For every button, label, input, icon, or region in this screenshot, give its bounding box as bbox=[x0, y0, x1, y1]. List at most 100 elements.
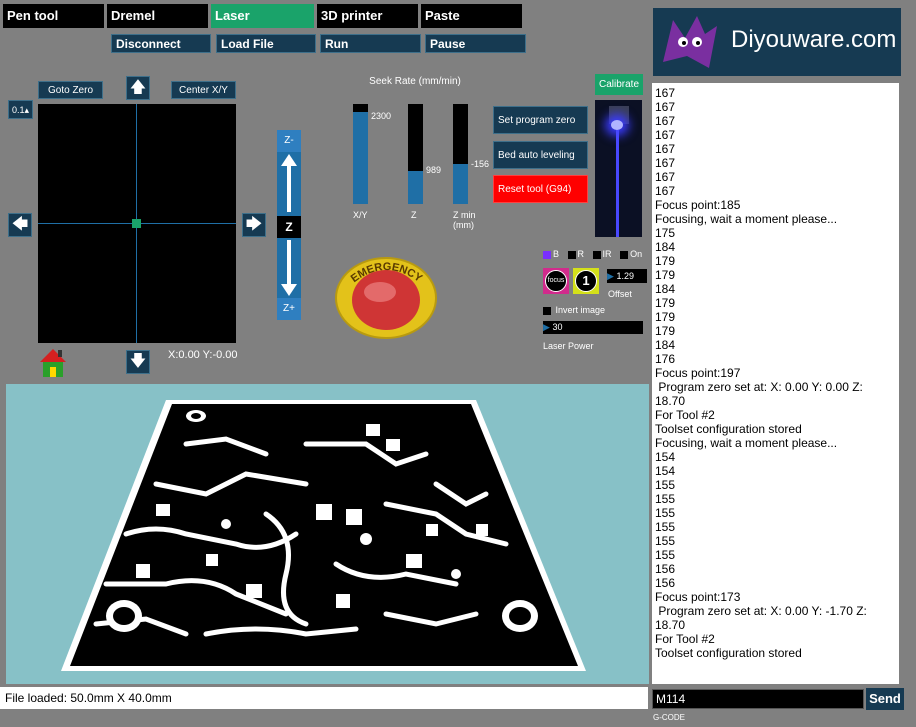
jog-down-button[interactable]: 🡇 bbox=[126, 350, 150, 374]
position-readout: X:0.00 Y:-0.00 bbox=[168, 349, 238, 361]
log-line: 167 bbox=[655, 156, 676, 170]
log-line: Toolset configuration stored bbox=[655, 422, 802, 436]
color-option-r[interactable]: R bbox=[567, 249, 584, 259]
console-log[interactable]: 167 167 167 167 167 167 167 167 Focus point:185 F… bbox=[652, 83, 899, 684]
log-line: Focus point:173 bbox=[655, 590, 741, 604]
calibrate-button[interactable]: Calibrate bbox=[595, 74, 643, 95]
offset-field[interactable]: ▶ 1.29 bbox=[607, 269, 647, 283]
log-line: 154 bbox=[655, 464, 676, 478]
log-line: 154 bbox=[655, 450, 676, 464]
position-marker bbox=[132, 219, 141, 228]
logo-icon bbox=[663, 16, 717, 68]
goto-zero-button[interactable]: Goto Zero bbox=[38, 81, 103, 99]
gcode-command-input[interactable] bbox=[652, 689, 864, 709]
z-min-label: Z min (mm) bbox=[453, 210, 476, 230]
set-program-zero-button[interactable]: Set program zero bbox=[493, 106, 588, 134]
brand-name: Diyouware.com bbox=[731, 26, 897, 53]
xy-seek-label: X/Y bbox=[353, 210, 368, 220]
log-line: 155 bbox=[655, 506, 676, 520]
z-min-value: -156 bbox=[471, 159, 490, 169]
run-button[interactable]: Run bbox=[320, 34, 421, 53]
status-bar: File loaded: 50.0mm X 40.0mm bbox=[0, 687, 648, 709]
invert-image-option[interactable]: Invert image bbox=[543, 305, 605, 315]
pcb-preview bbox=[6, 384, 649, 684]
log-line: 184 bbox=[655, 338, 676, 352]
log-line: 156 bbox=[655, 576, 676, 590]
log-line: For Tool #2 bbox=[655, 408, 715, 422]
color-option-b[interactable]: B bbox=[543, 249, 559, 259]
log-line: 167 bbox=[655, 86, 676, 100]
emergency-stop-button[interactable]: EMERGENCY bbox=[334, 248, 438, 340]
log-line: 167 bbox=[655, 184, 676, 198]
log-line: 179 bbox=[655, 254, 676, 268]
log-line: 156 bbox=[655, 562, 676, 576]
z-seek-value: 989 bbox=[426, 165, 442, 175]
z-down-arrow-shaft bbox=[287, 240, 291, 286]
log-line: 184 bbox=[655, 282, 676, 296]
log-line: For Tool #2 bbox=[655, 632, 715, 646]
color-option-ir[interactable]: IR bbox=[592, 249, 612, 259]
log-line: 179 bbox=[655, 324, 676, 338]
jog-right-button[interactable]: 🡆 bbox=[242, 213, 266, 237]
laser-power-slider[interactable]: ▶ 30 bbox=[543, 321, 643, 334]
tab-laser[interactable]: Laser bbox=[211, 4, 314, 28]
laser-dot bbox=[611, 120, 623, 130]
focus-button[interactable]: focus bbox=[543, 268, 569, 294]
focus-label: focus bbox=[545, 270, 567, 292]
log-line: 167 bbox=[655, 128, 676, 142]
tab-paste-dispenser[interactable]: Paste Dispenser bbox=[421, 4, 522, 47]
color-option-on[interactable]: On bbox=[620, 249, 642, 259]
log-line: Focus point:185 bbox=[655, 198, 741, 212]
step-size-select[interactable]: 0.1▴ bbox=[8, 100, 33, 119]
z-seek-label: Z bbox=[411, 210, 417, 220]
laser-color-options: B R IR On bbox=[543, 249, 642, 259]
log-line: 155 bbox=[655, 492, 676, 506]
laser-power-label: Laser Power bbox=[543, 341, 594, 351]
z-jog-control[interactable]: Z- Z Z+ bbox=[277, 130, 301, 320]
gcode-label: G-CODE bbox=[653, 713, 685, 722]
xy-seek-gauge[interactable] bbox=[353, 104, 368, 204]
log-line: 167 bbox=[655, 114, 676, 128]
log-line: Focusing, wait a moment please... bbox=[655, 212, 838, 226]
center-xy-button[interactable]: Center X/Y bbox=[171, 81, 236, 99]
jog-left-button[interactable]: 🡄 bbox=[8, 213, 32, 237]
tab-dremel[interactable]: Dremel bbox=[107, 4, 208, 28]
load-file-button[interactable]: Load File bbox=[216, 34, 316, 53]
jog-up-button[interactable]: 🡅 bbox=[126, 76, 150, 100]
bed-auto-leveling-button[interactable]: Bed auto leveling bbox=[493, 141, 588, 169]
pass-count-button[interactable]: 1 bbox=[573, 268, 599, 294]
z-up-arrow-shaft bbox=[287, 164, 291, 212]
home-icon[interactable] bbox=[39, 347, 67, 379]
offset-label: Offset bbox=[608, 289, 632, 299]
log-line: 179 bbox=[655, 296, 676, 310]
log-line: 155 bbox=[655, 548, 676, 562]
z-up-button[interactable]: Z- bbox=[277, 130, 301, 152]
log-line: Focus point:197 bbox=[655, 366, 741, 380]
z-down-button[interactable]: Z+ bbox=[277, 298, 301, 320]
log-line: Program zero set at: X: 0.00 Y: -1.70 Z: bbox=[655, 604, 867, 618]
tab-pen-tool[interactable]: Pen tool bbox=[3, 4, 104, 28]
xy-jog-area[interactable] bbox=[38, 104, 236, 343]
log-line: 179 bbox=[655, 268, 676, 282]
disconnect-button[interactable]: Disconnect bbox=[111, 34, 211, 53]
z-min-gauge[interactable] bbox=[453, 104, 468, 204]
log-line: 155 bbox=[655, 520, 676, 534]
log-line: 176 bbox=[655, 352, 676, 366]
tab-3d-printer[interactable]: 3D printer bbox=[317, 4, 418, 28]
log-line: 175 bbox=[655, 226, 676, 240]
z-down-arrow-icon bbox=[281, 284, 297, 296]
log-line: 167 bbox=[655, 100, 676, 114]
pass-count: 1 bbox=[575, 270, 597, 292]
log-line: Toolset configuration stored bbox=[655, 646, 802, 660]
reset-tool-button[interactable]: Reset tool (G94) bbox=[493, 175, 588, 203]
log-line: 18.70 bbox=[655, 394, 686, 408]
send-button[interactable]: Send bbox=[866, 688, 904, 710]
xy-seek-value: 2300 bbox=[371, 111, 392, 121]
z-seek-gauge[interactable] bbox=[408, 104, 423, 204]
log-line: 155 bbox=[655, 478, 676, 492]
file-loaded-status: File loaded: 50.0mm X 40.0mm bbox=[5, 691, 172, 705]
log-line: 184 bbox=[655, 240, 676, 254]
log-line: 155 bbox=[655, 534, 676, 548]
pause-button[interactable]: Pause bbox=[425, 34, 526, 53]
log-line: Program zero set at: X: 0.00 Y: 0.00 Z: bbox=[655, 380, 863, 394]
